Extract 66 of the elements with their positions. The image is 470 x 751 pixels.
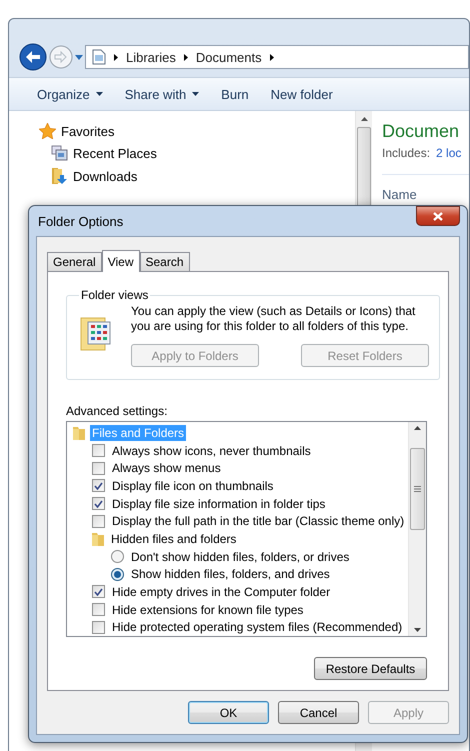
radio-button[interactable] [111, 568, 124, 581]
option-label: Display file size information in folder tips [111, 496, 326, 512]
nav-item[interactable]: Recent Places [73, 146, 157, 160]
includes-label: Includes: [382, 146, 430, 160]
chevron-right-icon [184, 54, 188, 60]
folder-views-description: You can apply the view (such as Details or Icons) that you are using for this folder to all folders of this type. [131, 304, 416, 334]
option-label: Show hidden files, folders, and drives [130, 566, 331, 582]
downloads-folder-icon [51, 167, 68, 185]
library-title: Documen [382, 121, 460, 142]
toolbar-button[interactable]: New folder [270, 86, 333, 102]
breadcrumb-item[interactable]: Libraries [126, 50, 176, 64]
column-header[interactable]: Name [382, 174, 469, 202]
nav-item[interactable]: Favorites [61, 124, 114, 138]
recent-places-icon [51, 145, 68, 161]
option-label: Hide extensions for known file types [111, 602, 304, 618]
section-label: Advanced settings: [66, 404, 168, 418]
close-button[interactable] [416, 206, 460, 226]
toolbar-button[interactable]: Burn [221, 86, 249, 102]
locations-link[interactable]: 2 loc [436, 146, 462, 160]
checkbox[interactable] [92, 479, 105, 492]
toolbar-button[interactable]: Organize [37, 86, 103, 102]
address-bar[interactable]: Libraries Documents [85, 45, 469, 69]
scroll-up-arrow-icon[interactable] [360, 117, 368, 121]
tree-folder-item[interactable]: Hidden files and folders [109, 530, 238, 547]
scroll-up-arrow-icon[interactable] [414, 426, 421, 430]
caret-icon [96, 92, 103, 96]
checkbox[interactable] [92, 514, 105, 528]
star-icon [39, 123, 56, 139]
radio-button[interactable] [111, 550, 124, 564]
checkbox[interactable] [92, 585, 105, 598]
folder-icon [92, 532, 104, 546]
group-title: Folder views [80, 288, 150, 302]
chevron-right-icon [114, 54, 118, 60]
option-label: Don't show hidden files, folders, or drives [130, 548, 350, 565]
option-label: Display the full path in the title bar (Classic theme only) [111, 513, 406, 530]
scroll-down-arrow-icon[interactable] [414, 628, 421, 632]
tab[interactable]: View [102, 250, 140, 272]
back-button[interactable] [19, 43, 47, 71]
document-icon [92, 49, 106, 65]
checkbox[interactable] [92, 603, 105, 616]
checkbox[interactable] [92, 620, 105, 634]
restore-defaults-button[interactable]: Restore Defaults [314, 657, 427, 680]
dialog-button[interactable]: Cancel [278, 701, 359, 724]
dialog-button[interactable]: OK [188, 701, 269, 724]
nav-item[interactable]: Downloads [73, 168, 138, 184]
caret-icon [192, 92, 200, 96]
checkbox[interactable] [92, 462, 105, 475]
dialog-title: Folder Options [37, 214, 124, 228]
checkbox[interactable] [92, 444, 105, 457]
dropdown-arrow-icon[interactable] [75, 54, 83, 60]
toolbar-button[interactable]: Share with [124, 86, 200, 102]
checkbox[interactable] [92, 497, 105, 510]
scroll-thumb[interactable] [410, 448, 425, 530]
scrollbar[interactable] [408, 422, 426, 636]
tab[interactable]: General [47, 252, 102, 271]
tab[interactable]: Search [140, 252, 190, 271]
option-label: Always show icons, never thumbnails [111, 442, 312, 458]
option-label: Display file icon on thumbnails [111, 478, 274, 494]
option-label: Hide protected operating system files (Recommended) [111, 619, 404, 636]
option-label: Hide empty drives in the Computer folder [111, 584, 332, 600]
grip-icon [414, 486, 421, 492]
close-icon [433, 212, 443, 220]
chevron-right-icon [270, 54, 274, 60]
breadcrumb-item[interactable]: Documents [196, 50, 262, 64]
option-label: Always show menus [111, 460, 222, 476]
folder-icon [73, 426, 85, 440]
